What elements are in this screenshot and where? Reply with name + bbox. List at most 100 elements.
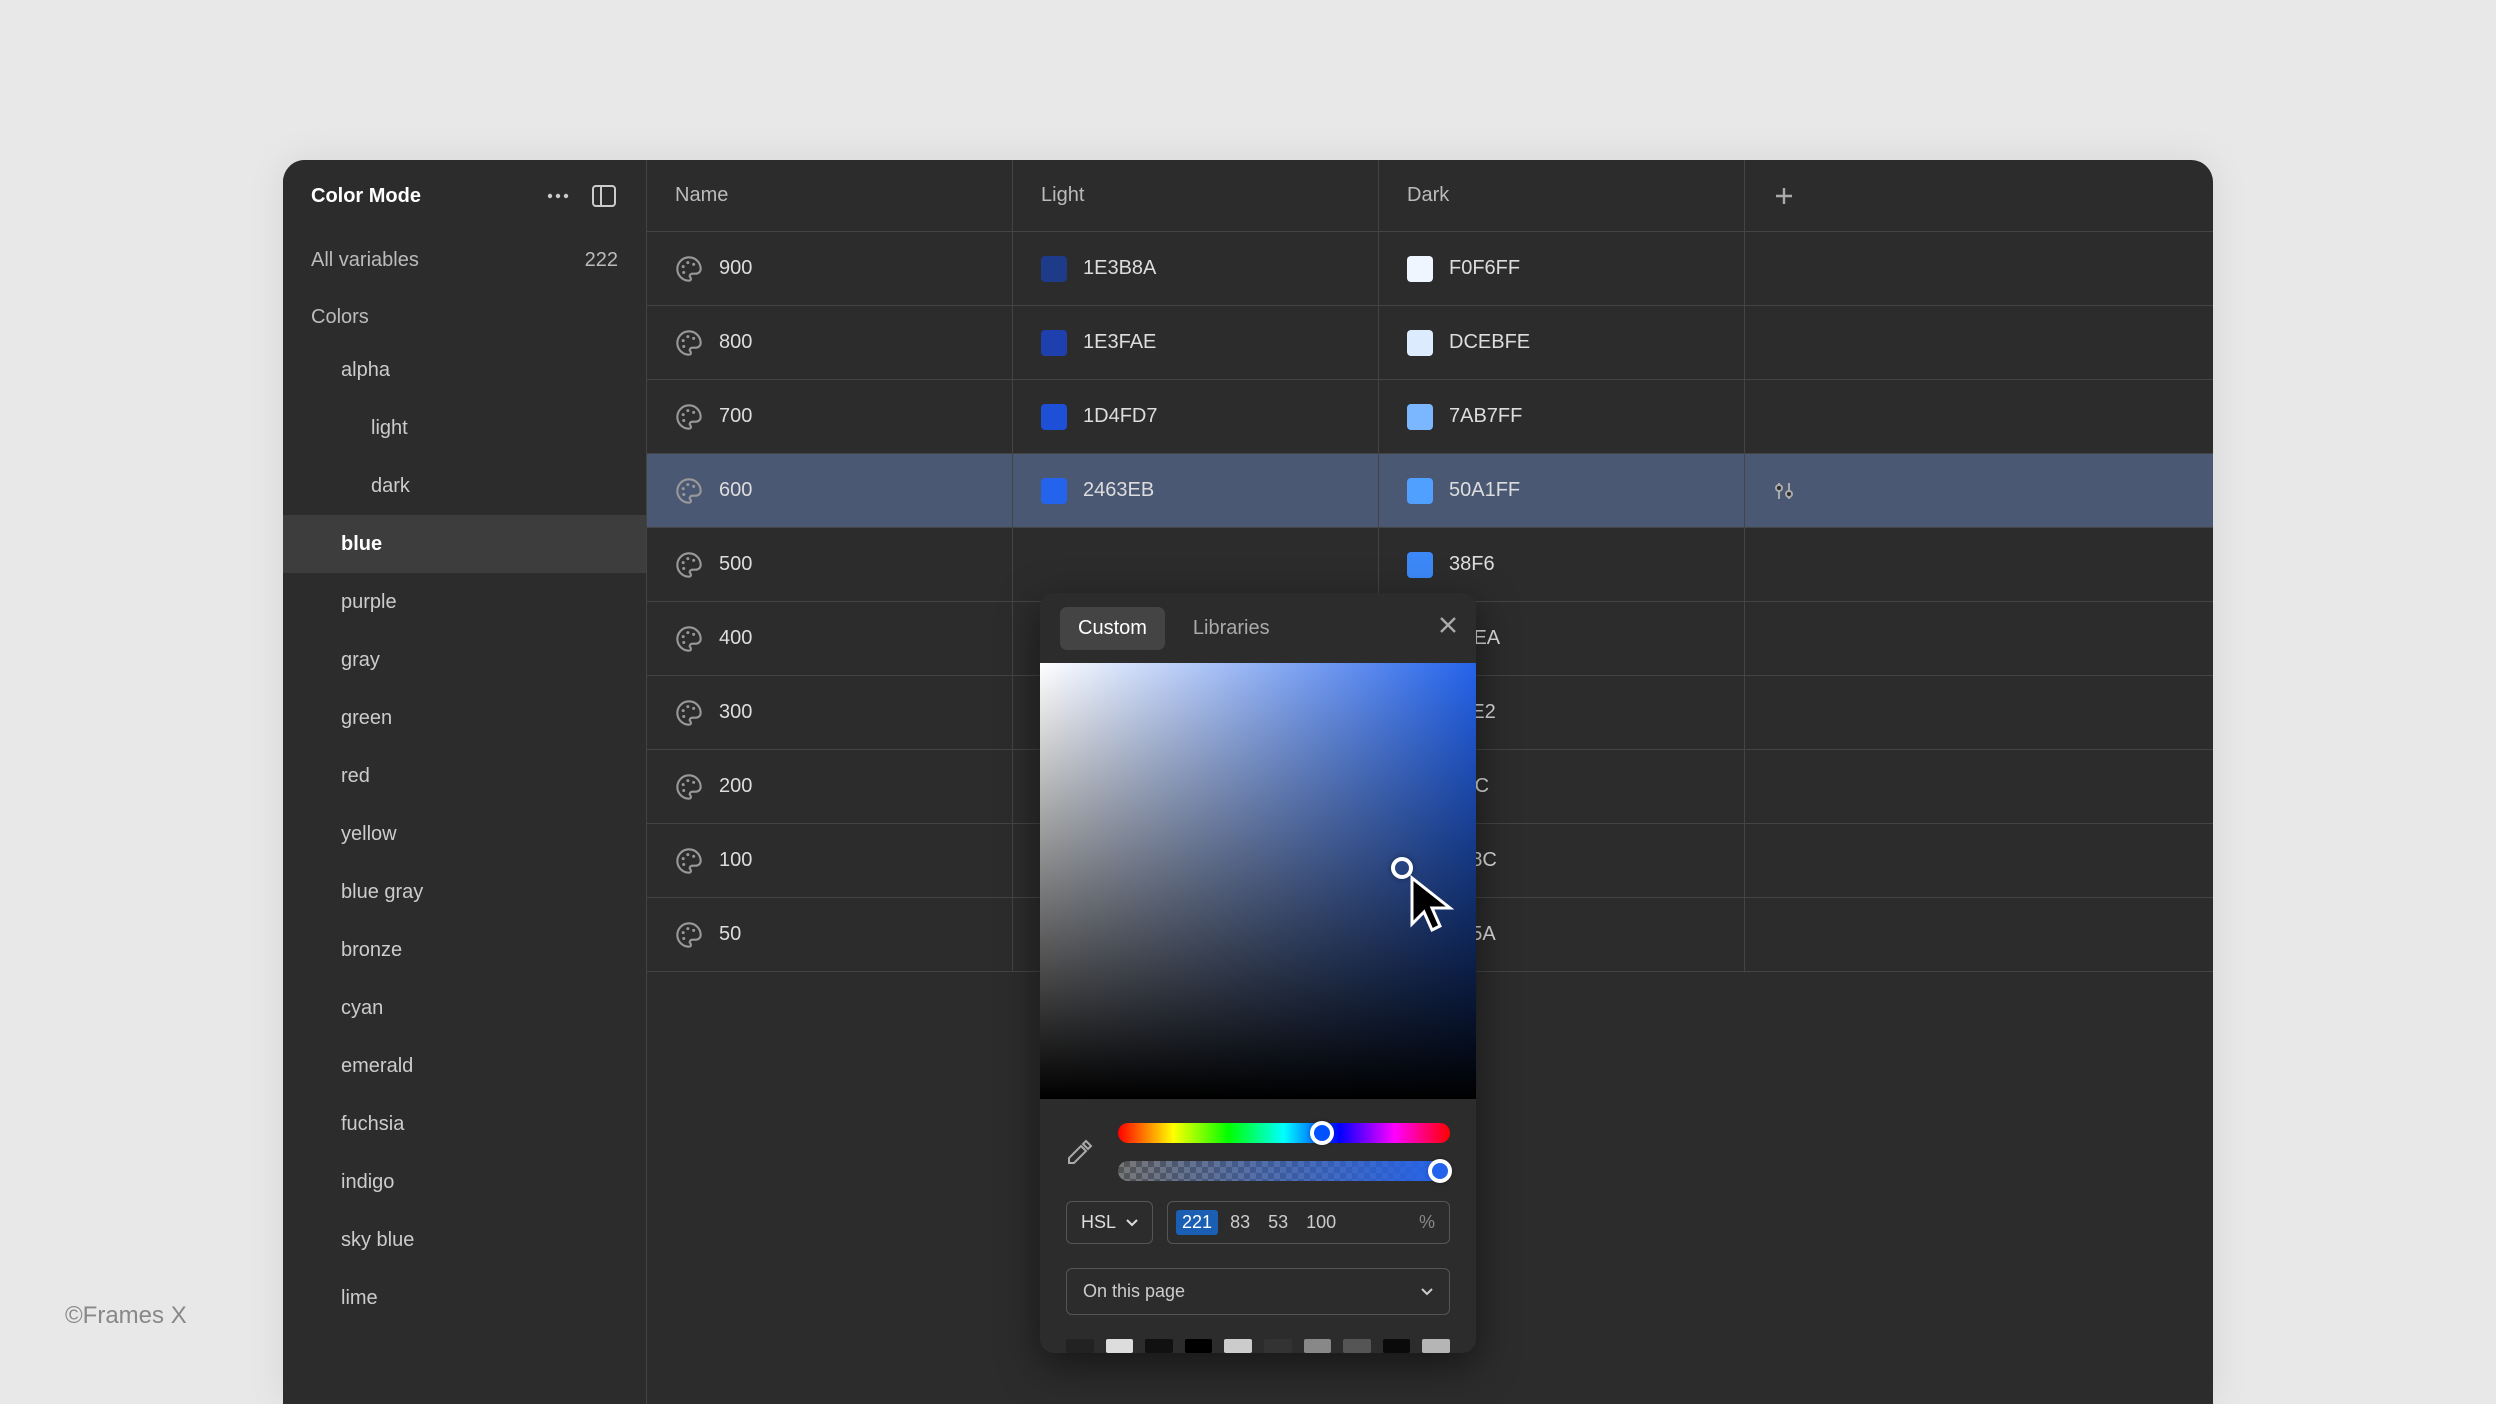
hex-value: 2463EB [1083, 479, 1154, 502]
cell-dark[interactable]: 38F6 [1379, 528, 1745, 601]
hex-value: 1E3FAE [1083, 331, 1156, 354]
variable-name: 500 [719, 553, 752, 576]
sidebar-item-blue[interactable]: blue [283, 515, 646, 573]
color-picker-popover: Custom Libraries HSL 221 83 53 100 % [1040, 593, 1476, 1353]
more-icon[interactable] [544, 182, 572, 210]
sidebar-item-cyan[interactable]: cyan [283, 979, 646, 1037]
color-swatch [1041, 330, 1067, 356]
sidebar-item-purple[interactable]: purple [283, 573, 646, 631]
saturation-value-picker[interactable] [1040, 663, 1476, 1099]
close-icon[interactable] [1438, 615, 1458, 638]
color-mode-select[interactable]: HSL [1066, 1201, 1153, 1244]
sidebar-item-alpha[interactable]: alpha [283, 341, 646, 399]
scope-row: On this page [1040, 1262, 1476, 1329]
variable-name: 400 [719, 627, 752, 650]
hex-value: 38F6 [1449, 553, 1495, 576]
mini-swatch[interactable] [1383, 1339, 1411, 1353]
popover-tabs: Custom Libraries [1040, 593, 1476, 663]
cell-dark[interactable]: F0F6FF [1379, 232, 1745, 305]
sidebar-item-bronze[interactable]: bronze [283, 921, 646, 979]
percent-label: % [1419, 1212, 1435, 1233]
mini-swatch[interactable] [1145, 1339, 1173, 1353]
sidebar-item-light[interactable]: light [283, 399, 646, 457]
sidebar-item-fuchsia[interactable]: fuchsia [283, 1095, 646, 1153]
cell-name: 900 [647, 232, 1013, 305]
sidebar-item-lime[interactable]: lime [283, 1269, 646, 1327]
cell-actions [1745, 824, 2213, 897]
tab-custom[interactable]: Custom [1060, 607, 1165, 650]
column-header-dark: Dark [1379, 160, 1745, 231]
hsl-values-input[interactable]: 221 83 53 100 % [1167, 1201, 1450, 1244]
sidebar-item-indigo[interactable]: indigo [283, 1153, 646, 1211]
cell-dark[interactable]: 7AB7FF [1379, 380, 1745, 453]
table-row[interactable]: 700 1D4FD77AB7FF [647, 380, 2213, 454]
cell-dark[interactable]: 50A1FF [1379, 454, 1745, 527]
value-inputs: HSL 221 83 53 100 % [1040, 1195, 1476, 1262]
cell-actions [1745, 232, 2213, 305]
cell-actions [1745, 898, 2213, 971]
color-swatch [1041, 478, 1067, 504]
table-row[interactable]: 500 38F6 [647, 528, 2213, 602]
mini-swatch[interactable] [1343, 1339, 1371, 1353]
color-swatch [1407, 404, 1433, 430]
mini-swatch[interactable] [1422, 1339, 1450, 1353]
scope-select[interactable]: On this page [1066, 1268, 1450, 1315]
cell-actions [1745, 750, 2213, 823]
hex-value: 1E3B8A [1083, 257, 1156, 280]
chevron-down-icon [1421, 1288, 1433, 1296]
hue-slider[interactable] [1118, 1123, 1450, 1143]
variable-name: 900 [719, 257, 752, 280]
sv-thumb[interactable] [1391, 857, 1413, 879]
alpha-value: 100 [1306, 1212, 1336, 1233]
mini-swatch[interactable] [1066, 1339, 1094, 1353]
panel-toggle-icon[interactable] [590, 182, 618, 210]
sliders [1118, 1123, 1450, 1181]
cell-actions [1745, 676, 2213, 749]
cell-light[interactable] [1013, 528, 1379, 601]
cell-name: 400 [647, 602, 1013, 675]
table-row[interactable]: 6002463EB50A1FF [647, 454, 2213, 528]
cell-actions [1745, 454, 2213, 527]
mini-swatch[interactable] [1106, 1339, 1134, 1353]
color-swatch [1407, 256, 1433, 282]
variable-name: 700 [719, 405, 752, 428]
color-mode-label: HSL [1081, 1212, 1116, 1233]
eyedropper-icon[interactable] [1066, 1138, 1094, 1166]
all-variables-label: All variables [311, 249, 419, 272]
cell-name: 800 [647, 306, 1013, 379]
sidebar-item-blue-gray[interactable]: blue gray [283, 863, 646, 921]
sidebar-item-red[interactable]: red [283, 747, 646, 805]
cell-light[interactable]: 2463EB [1013, 454, 1379, 527]
mini-swatch[interactable] [1304, 1339, 1332, 1353]
all-variables-count: 222 [585, 249, 618, 272]
mini-swatch[interactable] [1224, 1339, 1252, 1353]
table-row[interactable]: 900 1E3B8A F0F6FF [647, 232, 2213, 306]
color-swatch [1407, 330, 1433, 356]
add-column-button[interactable] [1745, 160, 2213, 231]
sidebar-item-emerald[interactable]: emerald [283, 1037, 646, 1095]
cell-light[interactable]: 1D4FD7 [1013, 380, 1379, 453]
cell-light[interactable]: 1E3FAE [1013, 306, 1379, 379]
adjust-icon[interactable] [1773, 480, 1795, 502]
sidebar-item-sky-blue[interactable]: sky blue [283, 1211, 646, 1269]
mini-swatch[interactable] [1185, 1339, 1213, 1353]
alpha-slider[interactable] [1118, 1161, 1450, 1181]
sidebar-item-dark[interactable]: dark [283, 457, 646, 515]
alpha-thumb[interactable] [1428, 1159, 1452, 1183]
variable-name: 800 [719, 331, 752, 354]
sidebar-section-colors[interactable]: Colors [283, 288, 646, 341]
cell-actions [1745, 380, 2213, 453]
cell-dark[interactable]: DCEBFE [1379, 306, 1745, 379]
sidebar-item-green[interactable]: green [283, 689, 646, 747]
tab-libraries[interactable]: Libraries [1175, 607, 1288, 650]
mini-swatch[interactable] [1264, 1339, 1292, 1353]
cell-name: 700 [647, 380, 1013, 453]
hue-thumb[interactable] [1310, 1121, 1334, 1145]
all-variables-row[interactable]: All variables 222 [283, 232, 646, 288]
sidebar-item-yellow[interactable]: yellow [283, 805, 646, 863]
sidebar-item-gray[interactable]: gray [283, 631, 646, 689]
table-row[interactable]: 800 1E3FAE DCEBFE [647, 306, 2213, 380]
cell-light[interactable]: 1E3B8A [1013, 232, 1379, 305]
hex-value: F0F6FF [1449, 257, 1520, 280]
color-swatch [1407, 478, 1433, 504]
